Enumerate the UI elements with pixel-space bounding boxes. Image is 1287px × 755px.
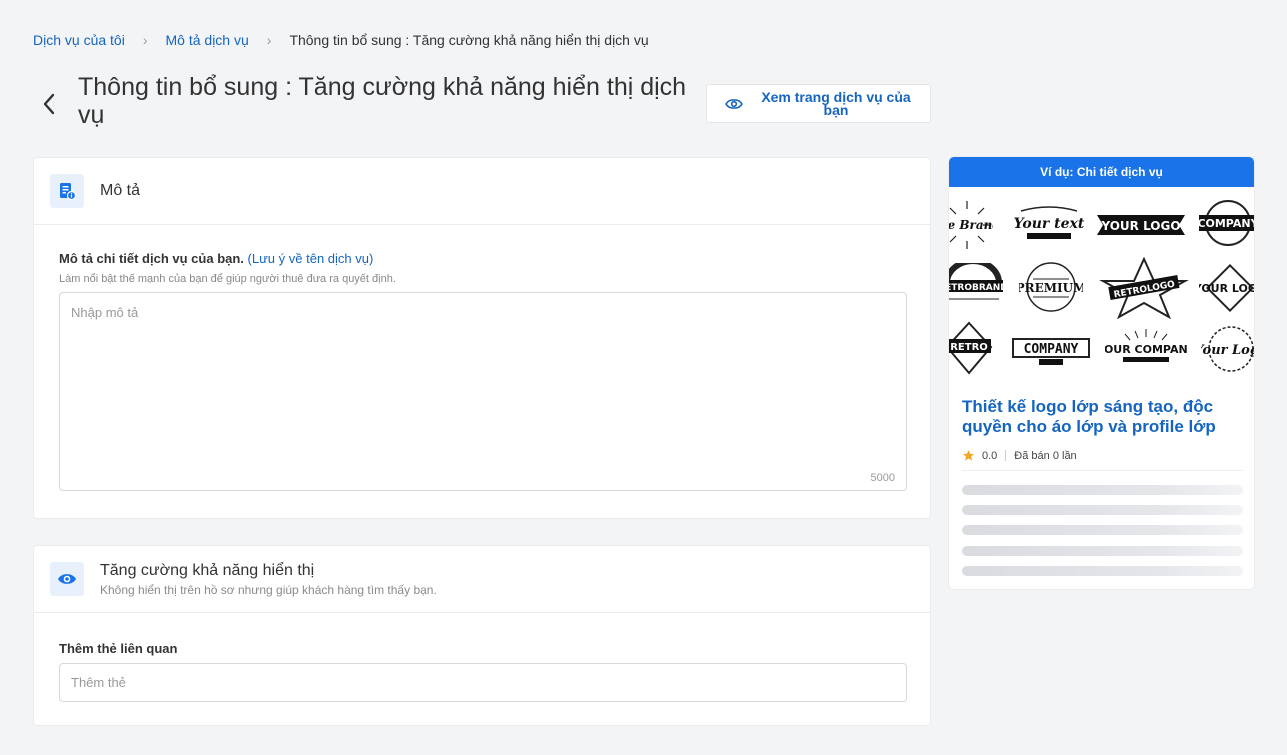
back-button[interactable] bbox=[38, 92, 60, 116]
logo-sample: COMPANY bbox=[1009, 327, 1093, 371]
description-hint: Làm nổi bật thế mạnh của bạn để giúp ngư… bbox=[59, 273, 396, 285]
logo-sample: YOUR LOGO bbox=[1199, 261, 1255, 315]
breadcrumb-service-description-link[interactable]: Mô tả dịch vụ bbox=[166, 32, 249, 48]
logo-sample: the Brand bbox=[948, 199, 993, 251]
logo-text: COMPANY bbox=[1197, 217, 1255, 230]
description-placeholder: Nhập mô tả bbox=[71, 305, 139, 320]
eye-icon bbox=[725, 98, 743, 109]
skeleton-line bbox=[962, 566, 1243, 576]
view-service-page-button[interactable]: Xem trang dịch vụ của bạn bbox=[706, 84, 931, 123]
document-info-icon bbox=[50, 174, 84, 208]
example-service-title[interactable]: Thiết kế logo lớp sáng tạo, độc quyền ch… bbox=[962, 397, 1247, 437]
chevron-right-icon: › bbox=[142, 32, 148, 48]
example-rating-value: 0.0 bbox=[982, 449, 998, 462]
tags-placeholder: Thêm thẻ bbox=[71, 675, 126, 690]
logo-sample: RETROLOGO bbox=[1099, 257, 1189, 319]
char-count: 5000 bbox=[870, 472, 895, 484]
logo-sample: PREMIUM bbox=[1019, 261, 1083, 313]
logo-sample: RETROBRAND bbox=[948, 263, 1005, 309]
tags-input[interactable]: Thêm thẻ bbox=[59, 663, 907, 702]
description-card-header: Mô tả bbox=[34, 158, 930, 225]
page-title: Thông tin bổ sung : Tăng cường khả năng … bbox=[78, 73, 687, 129]
logo-text: RETROBRAND bbox=[948, 283, 1005, 293]
visibility-card-title: Tăng cường khả năng hiển thị bbox=[100, 561, 315, 579]
description-card-title: Mô tả bbox=[100, 182, 141, 199]
skeleton-line bbox=[962, 485, 1243, 495]
chevron-right-icon: › bbox=[266, 32, 272, 48]
logo-text: RETRO bbox=[950, 342, 988, 353]
skeleton-line bbox=[962, 505, 1243, 515]
logo-text: Your text bbox=[1014, 216, 1085, 232]
breadcrumb-my-services-link[interactable]: Dịch vụ của tôi bbox=[33, 32, 125, 48]
eye-icon bbox=[50, 562, 84, 596]
logo-text: YOUR LOGO bbox=[1100, 219, 1180, 233]
example-sold-count: Đã bán 0 lần bbox=[1014, 449, 1077, 462]
chevron-left-icon bbox=[43, 93, 55, 115]
logo-text: YOUR COMPANY bbox=[1105, 343, 1187, 356]
logo-text: Your Logo bbox=[1201, 343, 1255, 358]
description-label-text: Mô tả chi tiết dịch vụ của bạn. bbox=[59, 251, 244, 266]
divider bbox=[1005, 450, 1007, 461]
example-rating-row: 0.0 Đã bán 0 lần bbox=[962, 449, 1077, 462]
visibility-card: Tăng cường khả năng hiển thị Không hiển … bbox=[33, 545, 931, 726]
breadcrumb: Dịch vụ của tôi › Mô tả dịch vụ › Thông … bbox=[33, 32, 649, 48]
divider bbox=[962, 470, 1243, 471]
description-card: Mô tả Mô tả chi tiết dịch vụ của bạn. (L… bbox=[33, 157, 931, 519]
view-service-page-label: Xem trang dịch vụ của bạn bbox=[761, 88, 911, 118]
example-logo-image: the Brand Your text YOUR LOGO COMPANY RE… bbox=[949, 187, 1254, 377]
logo-sample: YOUR LOGO bbox=[1093, 203, 1189, 245]
logo-text: PREMIUM bbox=[1019, 281, 1083, 295]
star-icon bbox=[963, 450, 974, 461]
logo-sample: COMPANY bbox=[1197, 199, 1255, 247]
visibility-card-subtitle: Không hiển thị trên hồ sơ nhưng giúp khá… bbox=[100, 582, 437, 597]
service-name-note-link[interactable]: (Lưu ý về tên dịch vụ) bbox=[248, 251, 374, 266]
breadcrumb-current: Thông tin bổ sung : Tăng cường khả năng … bbox=[289, 32, 649, 48]
skeleton-line bbox=[962, 546, 1243, 556]
description-label: Mô tả chi tiết dịch vụ của bạn. (Lưu ý v… bbox=[59, 251, 373, 266]
logo-text: COMPANY bbox=[1024, 342, 1079, 357]
logo-text: YOUR LOGO bbox=[1199, 282, 1255, 295]
logo-sample: RETRO bbox=[949, 321, 995, 375]
example-panel: Ví dụ: Chi tiết dịch vụ the Brand Your t… bbox=[948, 156, 1255, 590]
tags-label: Thêm thẻ liên quan bbox=[59, 641, 178, 656]
skeleton-line bbox=[962, 525, 1243, 535]
visibility-card-header: Tăng cường khả năng hiển thị Không hiển … bbox=[34, 546, 930, 613]
description-textarea[interactable]: Nhập mô tả 5000 bbox=[59, 292, 907, 491]
example-header: Ví dụ: Chi tiết dịch vụ bbox=[949, 157, 1254, 187]
logo-sample: Your text bbox=[1013, 201, 1085, 247]
logo-sample: Your Logo bbox=[1201, 323, 1255, 375]
logo-text: the Brand bbox=[948, 218, 993, 232]
logo-sample: YOUR COMPANY bbox=[1105, 327, 1187, 371]
